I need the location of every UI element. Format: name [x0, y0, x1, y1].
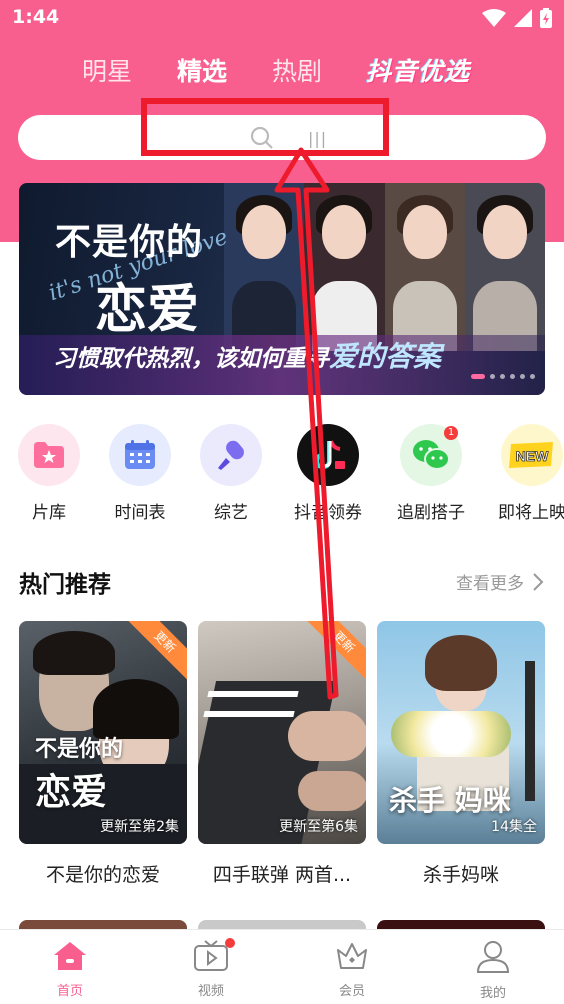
folder-star-icon: [18, 424, 80, 486]
poster-title: 不是你的 恋爱: [35, 731, 123, 815]
category-label: 片库: [32, 503, 66, 523]
crown-icon: [337, 943, 367, 969]
section-title: 热门推荐: [19, 572, 111, 598]
notification-dot: [225, 938, 235, 948]
tab-stars[interactable]: 明星: [82, 52, 132, 88]
banner-pagination: [471, 374, 535, 379]
drama-poster: 不是你的 恋爱 更新 更新至第2集: [19, 621, 187, 844]
category-label: 时间表: [114, 503, 166, 523]
svg-text:NEW: NEW: [516, 448, 549, 464]
banner-subtitle-highlight: 爱的答案: [329, 340, 442, 373]
drama-poster: 杀手 妈咪 14集全: [377, 621, 545, 844]
drama-title: 不是你的恋爱: [45, 864, 160, 886]
hero-banner[interactable]: it's not your love 不是你的 恋爱 习惯取代热烈，该如何重寻爱…: [19, 183, 545, 395]
drama-title: 四手联弹 两首...: [212, 864, 352, 886]
episode-badge: 14集全: [491, 819, 537, 835]
bottom-navigation: 首页 视频 会员 我的: [0, 929, 564, 1004]
banner-title: 不是你的 恋爱: [55, 213, 203, 342]
annotation-highlight-box: [141, 98, 389, 156]
top-tabs: 明星 精选 热剧 抖音优选: [0, 52, 564, 92]
see-more-label: 查看更多: [456, 574, 524, 594]
category-variety[interactable]: 综艺: [185, 424, 277, 523]
nav-vip[interactable]: 会员: [312, 940, 392, 999]
banner-title-line2: 恋爱: [95, 279, 200, 340]
battery-icon: [540, 8, 552, 28]
category-label: 即将上映: [498, 503, 564, 523]
banner-cast-photo: [224, 183, 545, 351]
signal-icon: [514, 9, 532, 27]
see-more-link[interactable]: 查看更多: [456, 569, 544, 594]
tv-icon: [194, 940, 228, 971]
tab-hot-drama[interactable]: 热剧: [272, 52, 322, 88]
banner-title-line1: 不是你的: [55, 221, 204, 263]
microphone-icon: [200, 424, 262, 486]
category-label: 抖音领券: [294, 503, 362, 523]
nav-home[interactable]: 首页: [30, 940, 110, 999]
poster-title-line1: 不是你的: [35, 736, 124, 762]
drama-card[interactable]: 不是你的 恋爱 更新 更新至第2集 不是你的恋爱: [19, 621, 187, 887]
category-upcoming[interactable]: NEW 即将上映: [486, 424, 564, 523]
nav-label: 会员: [338, 984, 365, 999]
status-time: 1:44: [12, 6, 60, 28]
wifi-icon: [482, 9, 506, 27]
status-bar: 1:44: [0, 0, 564, 40]
banner-subtitle: 习惯取代热烈，该如何重寻爱的答案: [53, 335, 441, 375]
nav-video[interactable]: 视频: [171, 938, 251, 999]
nav-label: 首页: [56, 984, 83, 999]
category-library[interactable]: 片库: [3, 424, 95, 523]
wechat-icon: 1: [400, 424, 462, 486]
user-icon: [476, 941, 510, 973]
drama-card[interactable]: 更新 更新至第6集 四手联弹 两首...: [198, 621, 366, 887]
update-ribbon: 更新: [305, 621, 366, 681]
nav-label: 视频: [197, 984, 224, 999]
category-label: 追剧搭子: [397, 503, 465, 523]
tab-featured[interactable]: 精选: [177, 52, 227, 88]
drama-card[interactable]: 杀手 妈咪 14集全 杀手妈咪: [377, 621, 545, 887]
status-icons: [482, 8, 552, 28]
drama-poster: 更新 更新至第6集: [198, 621, 366, 844]
calendar-icon: [109, 424, 171, 486]
category-label: 综艺: [214, 503, 248, 523]
chevron-right-icon: [533, 572, 544, 591]
banner-subtitle-text: 习惯取代热烈，该如何重寻: [53, 346, 329, 372]
home-icon: [54, 942, 86, 970]
episode-badge: 更新至第2集: [100, 819, 179, 835]
poster-title: 杀手 妈咪: [389, 784, 511, 817]
category-row: 片库 时间表 综艺 抖音领券 1 追剧搭子 NEW 即将上映: [0, 424, 564, 524]
douyin-logo-icon: [297, 424, 359, 486]
nav-label: 我的: [479, 986, 506, 1001]
category-schedule[interactable]: 时间表: [94, 424, 186, 523]
category-drama-buddy[interactable]: 1 追剧搭子: [385, 424, 477, 523]
tab-douyin-select[interactable]: 抖音优选: [366, 52, 470, 88]
update-ribbon: 更新: [126, 621, 187, 681]
episode-badge: 更新至第6集: [279, 819, 358, 835]
new-badge-icon: NEW: [501, 424, 563, 486]
drama-title: 杀手妈咪: [422, 864, 499, 886]
category-douyin-coupon[interactable]: 抖音领券: [282, 424, 374, 523]
poster-title-line2: 恋爱: [35, 771, 108, 813]
nav-profile[interactable]: 我的: [453, 940, 533, 1001]
